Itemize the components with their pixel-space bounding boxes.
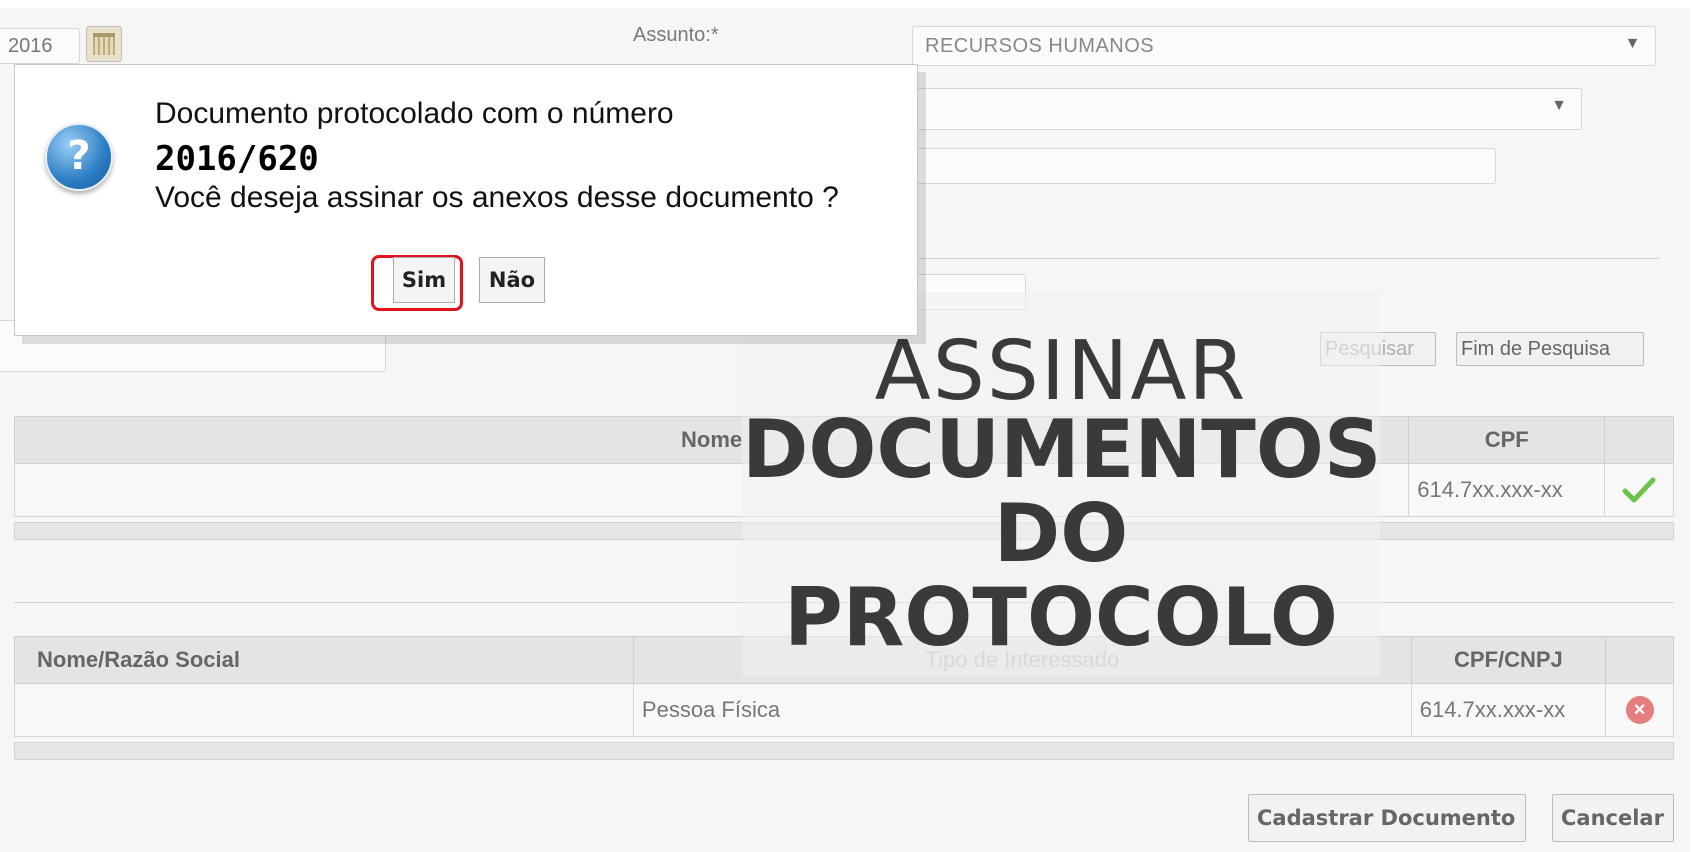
confirm-dialog: ? Documento protocolado com o número 201… xyxy=(14,64,918,336)
cell-tipo: Pessoa Física xyxy=(632,683,1412,737)
check-icon xyxy=(1622,477,1656,503)
overlay-title-line4: PROTOCOLO xyxy=(784,571,1338,664)
column-header-nome-razao: Nome/Razão Social xyxy=(14,636,634,684)
question-icon: ? xyxy=(45,123,113,191)
cancel-button[interactable]: Cancelar xyxy=(1552,794,1674,842)
dialog-message: Documento protocolado com o número xyxy=(155,97,674,130)
text-input[interactable] xyxy=(912,148,1496,184)
column-header-cpf: CPF xyxy=(1408,416,1606,464)
section-divider xyxy=(860,258,1660,259)
date-field[interactable]: 2016 xyxy=(0,28,80,64)
assunto-label: Assunto:* xyxy=(633,24,719,46)
dropdown-arrow-icon: ▼ xyxy=(1624,35,1641,52)
select-row-button[interactable] xyxy=(1604,463,1674,517)
column-header-action xyxy=(1604,416,1674,464)
protocol-form-page: 2016 Assunto:* RECURSOS HUMANOS ▼ ▼ Pesq… xyxy=(0,0,1700,852)
secondary-select[interactable]: ▼ xyxy=(912,88,1582,130)
end-search-button[interactable]: Fim de Pesquisa xyxy=(1456,332,1644,366)
dropdown-arrow-icon: ▼ xyxy=(1551,97,1567,114)
overlay-title-line3: DO xyxy=(993,487,1129,580)
table-row[interactable]: Pessoa Física 614.7xx.xxx-xx × xyxy=(14,683,1674,737)
table-footer xyxy=(14,742,1674,760)
cell-cpf: 614.7xx.xxx-xx xyxy=(1408,463,1606,517)
yes-button[interactable]: Sim xyxy=(393,257,455,303)
column-header-cpf-cnpj: CPF/CNPJ xyxy=(1410,636,1607,684)
no-button[interactable]: Não xyxy=(479,257,545,303)
dialog-question: Você deseja assinar os anexos desse docu… xyxy=(155,181,839,214)
cell-nome-razao xyxy=(14,683,634,737)
register-document-button[interactable]: Cadastrar Documento xyxy=(1248,794,1526,842)
assunto-value: RECURSOS HUMANOS xyxy=(925,35,1155,57)
remove-row-button[interactable]: × xyxy=(1605,683,1674,737)
overlay-title-line2: DOCUMENTOS xyxy=(742,403,1382,496)
assunto-select[interactable]: RECURSOS HUMANOS ▼ xyxy=(912,26,1656,66)
remove-icon: × xyxy=(1625,696,1654,724)
protocol-number: 2016/620 xyxy=(155,139,319,179)
column-header-remove xyxy=(1605,636,1674,684)
cell-cpf-cnpj: 614.7xx.xxx-xx xyxy=(1410,683,1607,737)
calendar-icon[interactable] xyxy=(86,26,122,62)
